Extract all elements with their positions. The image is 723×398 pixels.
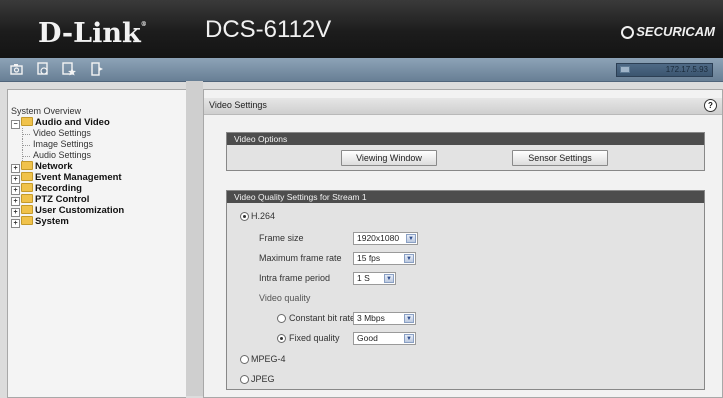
folder-icon (21, 216, 33, 225)
h264-label: H.264 (251, 211, 276, 221)
sidebar-item-event-management[interactable]: + Event Management (11, 172, 124, 184)
fixed-quality-label: Fixed quality (289, 333, 340, 343)
camera-model: DCS-6112V (205, 16, 332, 43)
sidebar-item-label: PTZ Control (35, 194, 90, 205)
video-options-section: Video Options Viewing Window Sensor Sett… (226, 132, 705, 171)
sidebar-item-label: System (35, 216, 69, 227)
brand-name: D-Link (38, 18, 141, 49)
ip-address: 172.17.5.93 (665, 65, 708, 74)
chevron-down-icon: ▼ (404, 254, 414, 263)
mpeg4-radio[interactable] (240, 355, 249, 364)
max-frame-rate-select[interactable]: 15 fps ▼ (353, 252, 416, 265)
help-icon[interactable]: ? (704, 99, 717, 112)
sidebar-item-audio-settings[interactable]: Audio Settings (11, 150, 124, 161)
playback-icon[interactable] (36, 62, 50, 76)
sidebar-item-system[interactable]: + System (11, 216, 124, 228)
section-heading: Video Quality Settings for Stream 1 (227, 191, 704, 203)
frame-size-select[interactable]: 1920x1080 ▼ (353, 232, 418, 245)
constant-bit-rate-select[interactable]: 3 Mbps ▼ (353, 312, 416, 325)
sidebar-item-video-settings[interactable]: Video Settings (11, 128, 124, 139)
video-quality-section: Video Quality Settings for Stream 1 H.26… (226, 190, 705, 390)
chevron-down-icon: ▼ (406, 234, 416, 243)
sidebar-menu: System Overview − Audio and Video Video S… (7, 89, 186, 398)
toolbar: 172.17.5.93 (0, 58, 723, 82)
max-frame-rate-value: 15 fps (357, 253, 381, 263)
chevron-down-icon: ▼ (404, 314, 414, 323)
sidebar-item-ptz-control[interactable]: + PTZ Control (11, 194, 124, 206)
sidebar-item-label: Event Management (35, 172, 122, 183)
h264-radio[interactable] (240, 212, 249, 221)
logout-icon[interactable] (90, 62, 104, 76)
securicam-logo: SECURICAM (621, 24, 715, 39)
jpeg-label: JPEG (251, 374, 275, 384)
section-heading: Video Options (227, 133, 704, 145)
network-icon (620, 66, 630, 73)
constant-bit-rate-radio[interactable] (277, 314, 286, 323)
menu-tree: System Overview − Audio and Video Video S… (11, 106, 125, 228)
intra-frame-period-label: Intra frame period (259, 273, 331, 283)
sensor-settings-button[interactable]: Sensor Settings (512, 150, 608, 166)
panel-divider (186, 81, 203, 396)
frame-size-value: 1920x1080 (357, 233, 400, 243)
dlink-logo: D-Link® (38, 18, 147, 49)
folder-icon (21, 205, 33, 214)
sidebar-item-system-overview[interactable]: System Overview (11, 106, 124, 117)
sidebar-item-user-customization[interactable]: + User Customization (11, 205, 125, 217)
securicam-logo-icon (621, 26, 635, 39)
securicam-text: SECURICAM (636, 24, 715, 39)
favorite-icon[interactable] (62, 62, 76, 76)
sidebar-item-label: Audio and Video (35, 117, 110, 128)
folder-icon (21, 161, 33, 170)
fixed-quality-radio[interactable] (277, 334, 286, 343)
folder-icon (21, 183, 33, 192)
sidebar-item-network[interactable]: + Network (11, 161, 124, 173)
max-frame-rate-label: Maximum frame rate (259, 253, 342, 263)
camera-icon[interactable] (10, 62, 24, 76)
fixed-quality-select[interactable]: Good ▼ (353, 332, 416, 345)
intra-frame-period-select[interactable]: 1 S ▼ (353, 272, 396, 285)
folder-icon (21, 172, 33, 181)
panel-title-bar: Video Settings ? (204, 98, 722, 115)
brand-registered-mark: ® (140, 21, 147, 28)
sidebar-item-label: Recording (35, 183, 82, 194)
constant-bit-rate-label: Constant bit rate (289, 313, 356, 323)
sidebar-item-image-settings[interactable]: Image Settings (11, 139, 124, 150)
frame-size-label: Frame size (259, 233, 304, 243)
expand-icon[interactable]: + (11, 219, 20, 228)
main-panel: Video Settings ? Video Options Viewing W… (203, 89, 723, 398)
top-header: D-Link® DCS-6112V SECURICAM (0, 0, 723, 58)
ip-address-box: 172.17.5.93 (616, 63, 713, 77)
sidebar-item-label: User Customization (35, 205, 125, 216)
folder-open-icon (21, 117, 33, 126)
viewing-window-button[interactable]: Viewing Window (341, 150, 437, 166)
sidebar-item-audio-and-video[interactable]: − Audio and Video (11, 117, 124, 129)
jpeg-radio[interactable] (240, 375, 249, 384)
sidebar-item-label: Network (35, 161, 73, 172)
mpeg4-label: MPEG-4 (251, 354, 286, 364)
intra-frame-period-value: 1 S (357, 273, 370, 283)
sidebar-item-recording[interactable]: + Recording (11, 183, 124, 195)
page-title: Video Settings (209, 100, 267, 110)
chevron-down-icon: ▼ (404, 334, 414, 343)
video-quality-label: Video quality (259, 293, 311, 303)
constant-bit-rate-value: 3 Mbps (357, 313, 385, 323)
chevron-down-icon: ▼ (384, 274, 394, 283)
fixed-quality-value: Good (357, 333, 378, 343)
folder-icon (21, 194, 33, 203)
